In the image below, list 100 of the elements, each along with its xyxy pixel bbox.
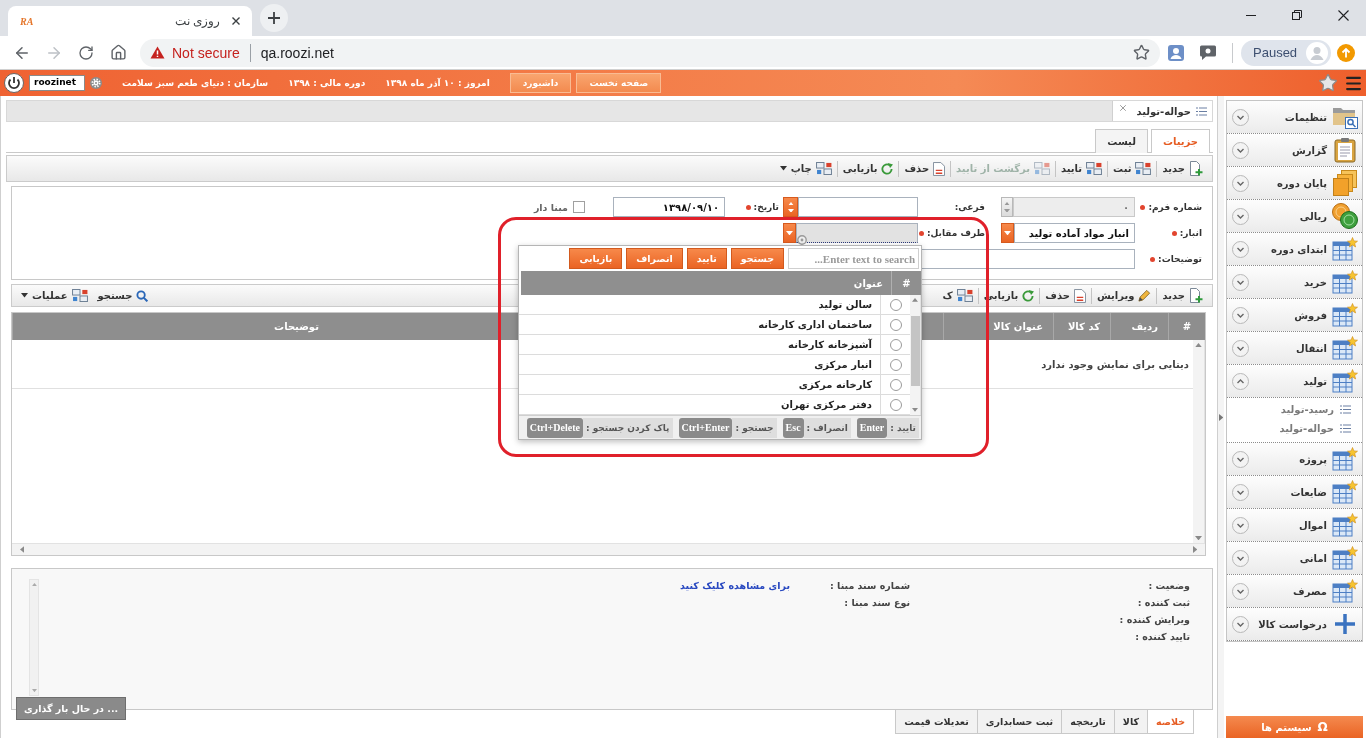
field-label: توضیحات: [1158, 254, 1202, 264]
combo-field[interactable] [796, 223, 918, 243]
sidebar-item[interactable]: پروژه [1227, 443, 1362, 476]
sidebar-item[interactable]: خرید [1227, 266, 1362, 299]
header-info: دوره مالی : ۱۳۹۸ [288, 78, 366, 88]
plus-icon [268, 12, 280, 24]
sidebar-item[interactable]: ریالی [1227, 200, 1362, 233]
toolbar-button[interactable]: حذف [899, 158, 951, 179]
search-icon [136, 289, 149, 302]
date-field[interactable]: ۱۳۹۸/۰۹/۱۰ [613, 197, 725, 217]
chevron-down-icon[interactable] [1232, 174, 1249, 192]
radio-button[interactable] [889, 338, 902, 351]
profile-button[interactable]: Paused [1241, 39, 1332, 66]
refresh-icon [881, 162, 894, 175]
warning-icon [150, 46, 165, 59]
toolbar-button[interactable]: چاپ [774, 158, 837, 179]
new-tab-button[interactable] [260, 4, 288, 32]
toolbar-button[interactable]: تایید [1055, 158, 1108, 179]
number-field[interactable] [798, 197, 918, 217]
caret-icon [1004, 230, 1011, 236]
toolbar-button[interactable]: ویرایش [1091, 285, 1157, 306]
sidebar-item[interactable]: تولید [1227, 365, 1362, 398]
dropdown-option[interactable]: سالن تولید [519, 295, 910, 315]
chevron-down-icon[interactable] [1232, 306, 1249, 324]
chevron-up-icon[interactable] [1232, 372, 1249, 390]
checkbox[interactable] [573, 201, 585, 213]
avatar-icon [1306, 41, 1329, 64]
folders-icon [1333, 170, 1357, 196]
dropdown-option[interactable]: انبار مرکزی [519, 355, 910, 375]
radio-button[interactable] [889, 318, 902, 331]
view-tab[interactable]: جزییات [1150, 129, 1210, 153]
view-tab[interactable]: لیست [1095, 129, 1148, 153]
sidebar-item[interactable]: تنظیمات [1227, 101, 1362, 134]
chevron-down-icon[interactable] [1232, 108, 1249, 126]
dropdown-option[interactable]: کارخانه مرکزی [519, 375, 910, 395]
bottom-tab[interactable]: خلاصه [1147, 710, 1194, 734]
chevron-down-icon[interactable] [1232, 549, 1249, 567]
sidebar-item[interactable]: درخواست کالا [1227, 608, 1362, 641]
person-badge-icon [1167, 43, 1185, 62]
sidebar-item[interactable]: مصرف [1227, 575, 1362, 608]
toolbar-button[interactable]: عملیات [16, 285, 93, 306]
document-tab[interactable]: حواله-تولید [1112, 101, 1212, 121]
bottom-tab[interactable]: ثبت حسابداری [976, 710, 1063, 734]
sidebar-subitem[interactable]: حواله-تولید [1227, 419, 1362, 438]
toolbar-button[interactable]: بازیابی [837, 158, 899, 179]
caret-down-icon [787, 208, 794, 213]
chevron-down-icon[interactable] [1232, 483, 1249, 501]
caret-down-icon [1195, 535, 1202, 540]
scrollbar-thumb[interactable] [910, 315, 920, 386]
radio-button[interactable] [889, 358, 902, 371]
chevron-down-icon[interactable] [1232, 450, 1249, 468]
details-link[interactable]: برای مشاهده کلیک کنید [680, 579, 790, 592]
close-icon[interactable] [1118, 103, 1128, 113]
bottom-tab[interactable]: تعدیلات قیمت [895, 710, 978, 734]
dropdown-button[interactable] [783, 223, 796, 243]
dropdown-option[interactable]: آشپزخانه کارخانه [519, 335, 910, 355]
chevron-down-icon[interactable] [1232, 207, 1249, 225]
toolbar-button[interactable]: حذف [1040, 285, 1091, 306]
sidebar-item[interactable]: اموال [1227, 509, 1362, 542]
chevron-down-icon[interactable] [1232, 141, 1249, 159]
bottom-tab[interactable]: کالا [1113, 710, 1148, 734]
summary-label: تایید کننده : [1135, 630, 1190, 643]
radio-button[interactable] [889, 298, 902, 311]
sidebar-item[interactable]: امانی [1227, 542, 1362, 575]
radio-button[interactable] [889, 398, 902, 411]
toolbar-button[interactable]: ثبت [1108, 158, 1157, 179]
sidebar-item[interactable]: ضایعات [1227, 476, 1362, 509]
chevron-down-icon[interactable] [1232, 516, 1249, 534]
toolbar-button[interactable]: ک [937, 285, 978, 306]
combo-field[interactable]: انبار مواد آماده تولید [1014, 223, 1135, 243]
search-field[interactable]: Enter text to search... [788, 248, 919, 269]
column-header: عنوان [853, 276, 884, 291]
bookmark-star-icon[interactable] [1133, 44, 1150, 61]
power-icon[interactable] [4, 73, 24, 93]
computers-icon [815, 162, 832, 175]
chevron-down-icon[interactable] [1232, 582, 1249, 600]
caret-up-icon [31, 583, 37, 587]
computers-icon [1086, 162, 1103, 175]
chevron-down-icon[interactable] [1232, 273, 1249, 291]
spinner-control[interactable] [783, 197, 798, 217]
address-bar[interactable]: Not secure qa.roozi.net [140, 38, 1160, 67]
bottom-tab[interactable]: تاریخچه [1061, 710, 1115, 734]
gear-icon[interactable] [90, 77, 102, 89]
toolbar-button[interactable]: جستجو [92, 285, 154, 306]
sidebar-subitem[interactable]: رسید-تولید [1227, 400, 1362, 419]
sidebar-item[interactable]: گزارش [1227, 134, 1362, 167]
sidebar-item[interactable]: پایان دوره [1227, 167, 1362, 200]
dropdown-option[interactable]: ساختمان اداری کارخانه [519, 315, 910, 335]
star-icon[interactable] [1318, 73, 1338, 93]
sidebar-item[interactable]: انتقال [1227, 332, 1362, 365]
chevron-down-icon[interactable] [1232, 339, 1249, 357]
chevron-down-icon[interactable] [1232, 240, 1249, 258]
sidebar-item[interactable]: فروش [1227, 299, 1362, 332]
toolbar-button[interactable]: جدید [1157, 285, 1208, 306]
sidebar-item[interactable]: ابتدای دوره [1227, 233, 1362, 266]
dropdown-button[interactable] [1001, 223, 1014, 243]
spinner-control[interactable] [1001, 197, 1013, 217]
toolbar-button[interactable]: جدید [1157, 158, 1208, 179]
chevron-down-icon[interactable] [1232, 615, 1249, 633]
radio-button[interactable] [889, 378, 902, 391]
